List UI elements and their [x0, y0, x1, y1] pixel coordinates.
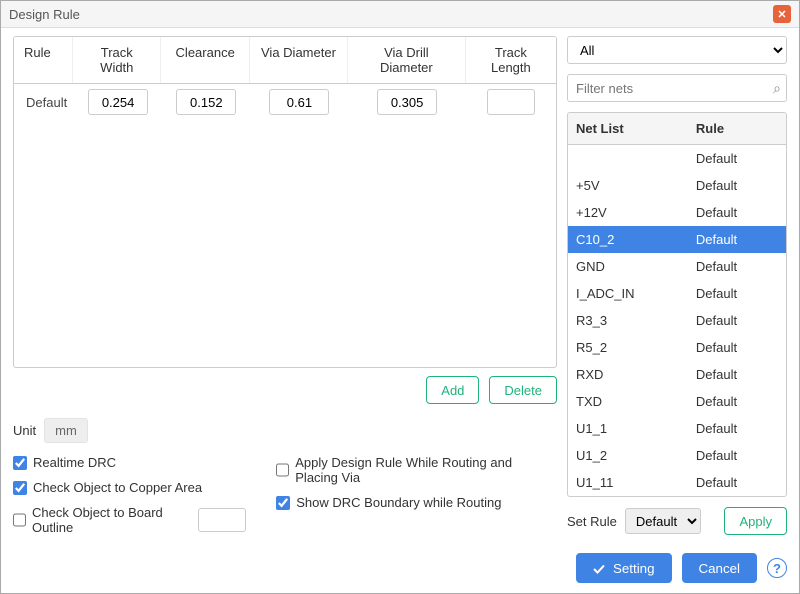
track-length-input[interactable]	[487, 89, 535, 115]
net-rule-cell: Default	[688, 253, 786, 280]
via-drill-diameter-input[interactable]	[377, 89, 437, 115]
apply-routing-option[interactable]: Apply Design Rule While Routing and Plac…	[276, 455, 557, 485]
net-row[interactable]: U1_1Default	[568, 415, 786, 442]
net-name-cell: R3_3	[568, 307, 688, 334]
net-name-cell	[568, 145, 688, 172]
net-row[interactable]: I_ADC_INDefault	[568, 280, 786, 307]
filter-type-select[interactable]: All	[567, 36, 787, 64]
net-rule-cell: Default	[688, 415, 786, 442]
via-diameter-input[interactable]	[269, 89, 329, 115]
col-track-width: Track Width	[73, 37, 161, 83]
close-icon: ✕	[777, 8, 786, 21]
net-row[interactable]: C10_2Default	[568, 226, 786, 253]
net-rule-cell: Default	[688, 226, 786, 253]
net-rule-cell: Default	[688, 334, 786, 361]
net-rule-cell: Default	[688, 388, 786, 415]
net-row[interactable]: GNDDefault	[568, 253, 786, 280]
net-rule-cell: Default	[688, 307, 786, 334]
unit-value[interactable]: mm	[44, 418, 88, 443]
net-rule-cell: Default	[688, 361, 786, 388]
rule-name-cell: Default	[14, 95, 74, 110]
net-name-cell: U1_11	[568, 469, 688, 496]
net-row[interactable]: R5_2Default	[568, 334, 786, 361]
dialog-footer: Setting Cancel ?	[1, 543, 799, 593]
apply-routing-label: Apply Design Rule While Routing and Plac…	[295, 455, 557, 485]
net-rule-cell: Default	[688, 145, 786, 172]
net-name-cell: RXD	[568, 361, 688, 388]
check-outline-label: Check Object to Board Outline	[32, 505, 188, 535]
filter-nets-input[interactable]	[567, 74, 787, 102]
col-rule: Rule	[14, 37, 73, 83]
unit-label: Unit	[13, 423, 36, 438]
net-rule-cell: Default	[688, 280, 786, 307]
check-copper-checkbox[interactable]	[13, 481, 27, 495]
close-button[interactable]: ✕	[773, 5, 791, 23]
check-outline-option[interactable]: Check Object to Board Outline	[13, 505, 246, 535]
clearance-input[interactable]	[176, 89, 236, 115]
net-name-cell: TXD	[568, 388, 688, 415]
set-rule-label: Set Rule	[567, 514, 617, 529]
net-row[interactable]: RXDDefault	[568, 361, 786, 388]
net-row[interactable]: +12VDefault	[568, 199, 786, 226]
net-row[interactable]: U1_2Default	[568, 442, 786, 469]
col-track-length: Track Length	[466, 37, 556, 83]
titlebar: Design Rule ✕	[1, 1, 799, 28]
check-outline-value-input[interactable]	[198, 508, 246, 532]
apply-button[interactable]: Apply	[724, 507, 787, 535]
net-name-cell: +5V	[568, 172, 688, 199]
check-outline-checkbox[interactable]	[13, 513, 26, 527]
col-clearance: Clearance	[161, 37, 249, 83]
col-via-diameter: Via Diameter	[250, 37, 348, 83]
design-rule-dialog: Design Rule ✕ Rule Track Width Clearance…	[0, 0, 800, 594]
set-rule-select[interactable]: Default	[625, 508, 701, 534]
netlist-col-name: Net List	[568, 113, 688, 144]
search-icon: ⌕	[773, 80, 781, 97]
net-row[interactable]: TXDDefault	[568, 388, 786, 415]
show-boundary-checkbox[interactable]	[276, 496, 290, 510]
net-row[interactable]: R3_3Default	[568, 307, 786, 334]
net-name-cell: C10_2	[568, 226, 688, 253]
net-rule-cell: Default	[688, 469, 786, 496]
rule-table-header: Rule Track Width Clearance Via Diameter …	[14, 37, 556, 84]
netlist-body[interactable]: Default+5VDefault+12VDefaultC10_2Default…	[568, 145, 786, 496]
col-via-drill-diameter: Via Drill Diameter	[348, 37, 466, 83]
net-name-cell: U1_1	[568, 415, 688, 442]
net-row[interactable]: +5VDefault	[568, 172, 786, 199]
show-boundary-label: Show DRC Boundary while Routing	[296, 495, 501, 510]
dialog-title: Design Rule	[9, 7, 80, 22]
show-boundary-option[interactable]: Show DRC Boundary while Routing	[276, 495, 557, 510]
net-row[interactable]: Default	[568, 145, 786, 172]
net-rule-cell: Default	[688, 199, 786, 226]
help-icon[interactable]: ?	[767, 558, 787, 578]
check-icon	[593, 563, 605, 575]
check-copper-label: Check Object to Copper Area	[33, 480, 202, 495]
net-rule-cell: Default	[688, 442, 786, 469]
setting-button-label: Setting	[613, 561, 655, 576]
realtime-drc-option[interactable]: Realtime DRC	[13, 455, 246, 470]
net-rule-cell: Default	[688, 172, 786, 199]
netlist-table: Net List Rule Default+5VDefault+12VDefau…	[567, 112, 787, 497]
net-row[interactable]: U1_11Default	[568, 469, 786, 496]
realtime-drc-label: Realtime DRC	[33, 455, 116, 470]
net-name-cell: +12V	[568, 199, 688, 226]
net-name-cell: I_ADC_IN	[568, 280, 688, 307]
net-name-cell: R5_2	[568, 334, 688, 361]
add-button[interactable]: Add	[426, 376, 479, 404]
check-copper-option[interactable]: Check Object to Copper Area	[13, 480, 246, 495]
rule-row[interactable]: Default	[14, 84, 556, 120]
net-name-cell: U1_2	[568, 442, 688, 469]
apply-routing-checkbox[interactable]	[276, 463, 289, 477]
delete-button[interactable]: Delete	[489, 376, 557, 404]
cancel-button[interactable]: Cancel	[682, 553, 758, 583]
track-width-input[interactable]	[88, 89, 148, 115]
rule-table: Rule Track Width Clearance Via Diameter …	[13, 36, 557, 368]
netlist-col-rule: Rule	[688, 113, 786, 144]
realtime-drc-checkbox[interactable]	[13, 456, 27, 470]
net-name-cell: GND	[568, 253, 688, 280]
setting-button[interactable]: Setting	[576, 553, 671, 583]
